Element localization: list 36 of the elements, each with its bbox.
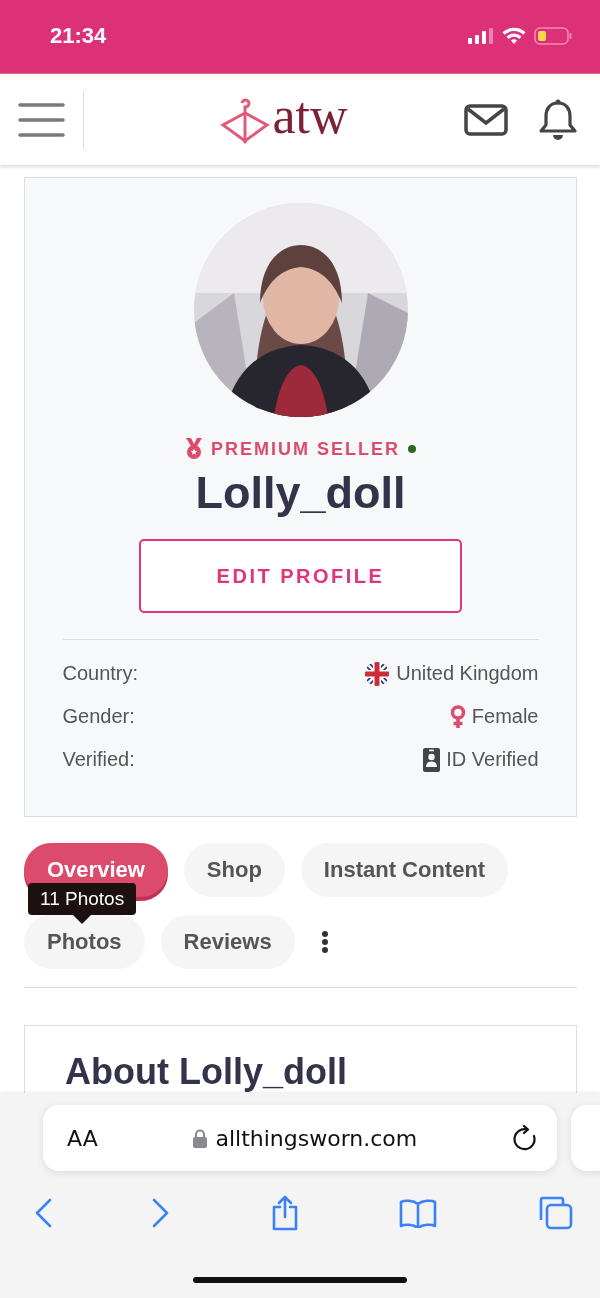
menu-button[interactable] [18,101,65,138]
profile-tab[interactable]: Photos [24,915,145,969]
wifi-icon [502,26,526,45]
reload-icon[interactable] [513,1125,537,1151]
detail-label: Gender: [62,705,135,728]
detail-value: ID Verified [446,748,539,771]
battery-icon [534,26,572,45]
logo-text: atw [272,89,348,142]
edit-profile-button[interactable]: EDIT PROFILE [139,539,462,613]
lock-icon [193,1128,208,1148]
id-card-icon [423,747,441,772]
detail-value: United Kingdom [396,662,539,685]
bell-icon[interactable] [538,98,578,141]
signal-icon [468,27,494,44]
uk-flag-icon [364,660,391,687]
book-icon[interactable] [399,1198,438,1228]
clock-time: 21:34 [50,22,107,49]
text-size-button[interactable]: AA [67,1125,98,1151]
url-text: allthingsworn.com [215,1125,418,1151]
tooltip-arrow-icon [73,915,92,924]
profile-tab[interactable]: Reviews [160,915,295,969]
section-heading: About Lolly_doll [65,1052,347,1092]
username: Lolly_doll [195,467,406,519]
address-bar[interactable]: AA allthingsworn.com [43,1105,557,1171]
female-symbol-icon [449,704,466,729]
detail-label: Verified: [62,748,135,771]
profile-tab[interactable]: Shop [183,843,285,897]
detail-label: Country: [62,662,139,685]
mail-icon[interactable] [464,103,508,136]
medal-icon [185,438,203,460]
seller-status-label: PREMIUM SELLER [211,438,400,460]
back-icon[interactable] [34,1198,52,1228]
detail-value: Female [471,705,539,728]
tabs-icon[interactable] [537,1196,573,1230]
profile-tab[interactable]: Instant Content [300,843,509,897]
forward-icon[interactable] [151,1198,170,1228]
